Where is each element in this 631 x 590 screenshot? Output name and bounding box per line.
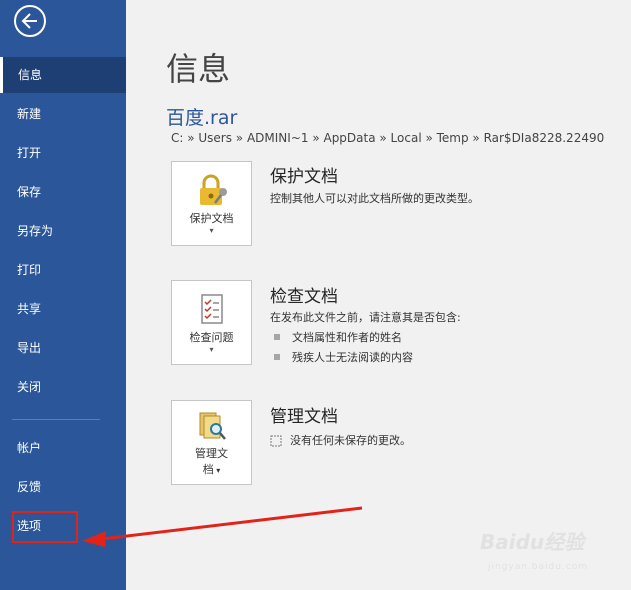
inspect-section-desc: 在发布此文件之前，请注意其是否包含: <box>270 311 461 324</box>
protect-document-button[interactable]: 保护文档 ▾ <box>171 161 252 246</box>
manage-document-button-label: 管理文 <box>195 447 228 460</box>
nav-item-close[interactable]: 关闭 <box>0 369 126 405</box>
baidu-jingyan-watermark: Baidu经验 jingyan.baidu.com <box>480 530 589 572</box>
back-arrow-icon[interactable] <box>14 5 46 37</box>
manage-section-desc: 没有任何未保存的更改。 <box>270 432 411 448</box>
file-name: 百度.rar <box>166 107 238 129</box>
nav-item-export[interactable]: 导出 <box>0 330 126 366</box>
info-panel: 信息 百度.rar C: » Users » ADMINI~1 » AppDat… <box>126 0 631 590</box>
protect-section-title: 保护文档 <box>270 167 338 187</box>
nav-item-feedback[interactable]: 反馈 <box>0 469 126 505</box>
red-pointer-arrow-icon <box>82 506 363 547</box>
inspect-section-title: 检查文档 <box>270 287 338 307</box>
unsaved-document-icon <box>270 435 282 447</box>
protect-section-desc: 控制其他人可以对此文档所做的更改类型。 <box>270 192 479 205</box>
page-title: 信息 <box>166 50 231 88</box>
file-path-breadcrumb[interactable]: C: » Users » ADMINI~1 » AppData » Local … <box>171 131 604 145</box>
lock-key-icon <box>199 174 227 205</box>
bullet-square-icon <box>274 354 280 360</box>
document-search-icon <box>199 412 226 440</box>
options-highlight-box <box>12 511 78 543</box>
inspect-bullet: 残疾人士无法阅读的内容 <box>274 349 413 365</box>
nav-item-save[interactable]: 保存 <box>0 174 126 210</box>
check-issues-button[interactable]: 检查问题 ▾ <box>171 280 252 365</box>
manage-section-title: 管理文档 <box>270 407 338 427</box>
backstage-sidebar: 信息 新建 打开 保存 另存为 打印 共享 导出 关闭 帐户 反馈 选项 <box>0 0 126 590</box>
nav-item-info[interactable]: 信息 <box>0 57 126 93</box>
nav-item-new[interactable]: 新建 <box>0 96 126 132</box>
nav-item-open[interactable]: 打开 <box>0 135 126 171</box>
dropdown-caret-icon: ▾ <box>213 466 221 475</box>
manage-document-button-label-2: 档 <box>202 463 214 476</box>
bullet-square-icon <box>274 334 280 340</box>
nav-divider <box>12 419 100 420</box>
nav-item-save-as[interactable]: 另存为 <box>0 213 126 249</box>
nav-item-print[interactable]: 打印 <box>0 252 126 288</box>
dropdown-caret-icon: ▾ <box>209 345 214 354</box>
checklist-icon <box>200 294 223 324</box>
check-issues-button-label: 检查问题 <box>189 331 234 344</box>
nav-item-share[interactable]: 共享 <box>0 291 126 327</box>
nav-item-account[interactable]: 帐户 <box>0 430 126 466</box>
manage-document-button[interactable]: 管理文 档 ▾ <box>171 400 252 485</box>
protect-document-button-label: 保护文档 <box>189 212 234 225</box>
dropdown-caret-icon: ▾ <box>209 226 214 235</box>
inspect-bullet: 文档属性和作者的姓名 <box>274 329 402 345</box>
